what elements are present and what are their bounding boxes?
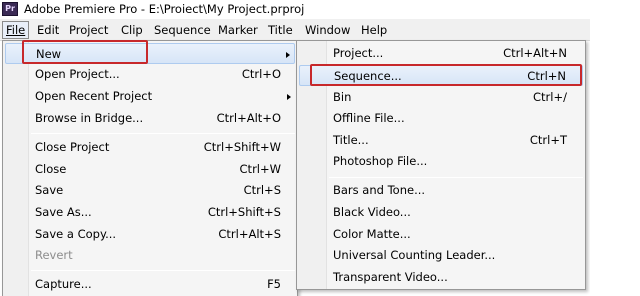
submenu-item-bars-and-tone[interactable]: Bars and Tone...: [299, 180, 583, 201]
menu-separator: [31, 133, 295, 134]
background: [590, 0, 640, 296]
shortcut: Ctrl+Shift+S: [207, 205, 281, 219]
shortcut: Ctrl+S: [243, 183, 281, 197]
submenu-item-offline-file[interactable]: Offline File...: [299, 108, 583, 129]
menu-item-save-as[interactable]: Save As... Ctrl+Shift+S: [5, 202, 295, 223]
menu-item-close[interactable]: Close Ctrl+W: [5, 159, 295, 180]
submenu-item-bin[interactable]: Bin Ctrl+/: [299, 87, 583, 108]
file-menu: New Open Project... Ctrl+O Open Recent P…: [2, 40, 298, 296]
shortcut: Ctrl+Shift+W: [203, 140, 281, 154]
submenu-item-title[interactable]: Title... Ctrl+T: [299, 130, 583, 151]
shortcut: Ctrl+Alt+N: [503, 46, 567, 60]
submenu-item-project[interactable]: Project... Ctrl+Alt+N: [299, 43, 583, 64]
shortcut: Ctrl+W: [239, 162, 281, 176]
menu-item-browse-in-bridge[interactable]: Browse in Bridge... Ctrl+Alt+O: [5, 108, 295, 129]
window-title: Adobe Premiere Pro - E:\Proiect\My Proje…: [24, 2, 305, 16]
submenu-arrow-icon: [286, 52, 290, 58]
menu-item-revert: Revert: [35, 248, 73, 262]
shortcut: Ctrl+Alt+S: [218, 227, 281, 241]
menu-item-save-a-copy[interactable]: Save a Copy... Ctrl+Alt+S: [5, 224, 295, 245]
menu-separator: [31, 270, 295, 271]
menu-help[interactable]: Help: [358, 21, 390, 39]
menu-file[interactable]: File: [2, 21, 30, 39]
submenu-item-black-video[interactable]: Black Video...: [299, 202, 583, 223]
annotation-box-new: [22, 40, 148, 64]
menu-sequence[interactable]: Sequence: [151, 21, 214, 39]
shortcut: Ctrl+/: [533, 90, 567, 104]
title-bar: Pr Adobe Premiere Pro - E:\Proiect\My Pr…: [0, 0, 590, 19]
submenu-arrow-icon: [287, 94, 291, 100]
menu-item-capture[interactable]: Capture... F5: [5, 274, 295, 295]
menu-bar: File Edit Project Clip Sequence Marker T…: [0, 19, 590, 41]
menu-window[interactable]: Window: [302, 21, 353, 39]
premiere-app-icon: Pr: [2, 2, 18, 16]
shortcut: Ctrl+T: [529, 133, 567, 147]
menu-marker[interactable]: Marker: [215, 21, 261, 39]
submenu-item-transparent-video[interactable]: Transparent Video...: [299, 267, 583, 288]
shortcut: F5: [267, 277, 281, 291]
menu-item-open-recent-project[interactable]: Open Recent Project: [5, 86, 295, 107]
menu-item-close-project[interactable]: Close Project Ctrl+Shift+W: [5, 137, 295, 158]
submenu-item-photoshop-file[interactable]: Photoshop File...: [299, 151, 583, 172]
menu-item-open-project[interactable]: Open Project... Ctrl+O: [5, 64, 295, 85]
shortcut: Ctrl+O: [241, 67, 281, 81]
submenu-item-universal-counting-leader[interactable]: Universal Counting Leader...: [299, 245, 583, 266]
menu-separator: [329, 177, 583, 178]
annotation-box-sequence: [310, 64, 582, 86]
menu-clip[interactable]: Clip: [118, 21, 146, 39]
menu-edit[interactable]: Edit: [34, 21, 62, 39]
shortcut: Ctrl+Alt+O: [216, 111, 281, 125]
submenu-item-color-matte[interactable]: Color Matte...: [299, 224, 583, 245]
menu-project[interactable]: Project: [66, 21, 111, 39]
menu-item-save[interactable]: Save Ctrl+S: [5, 180, 295, 201]
menu-title[interactable]: Title: [265, 21, 296, 39]
